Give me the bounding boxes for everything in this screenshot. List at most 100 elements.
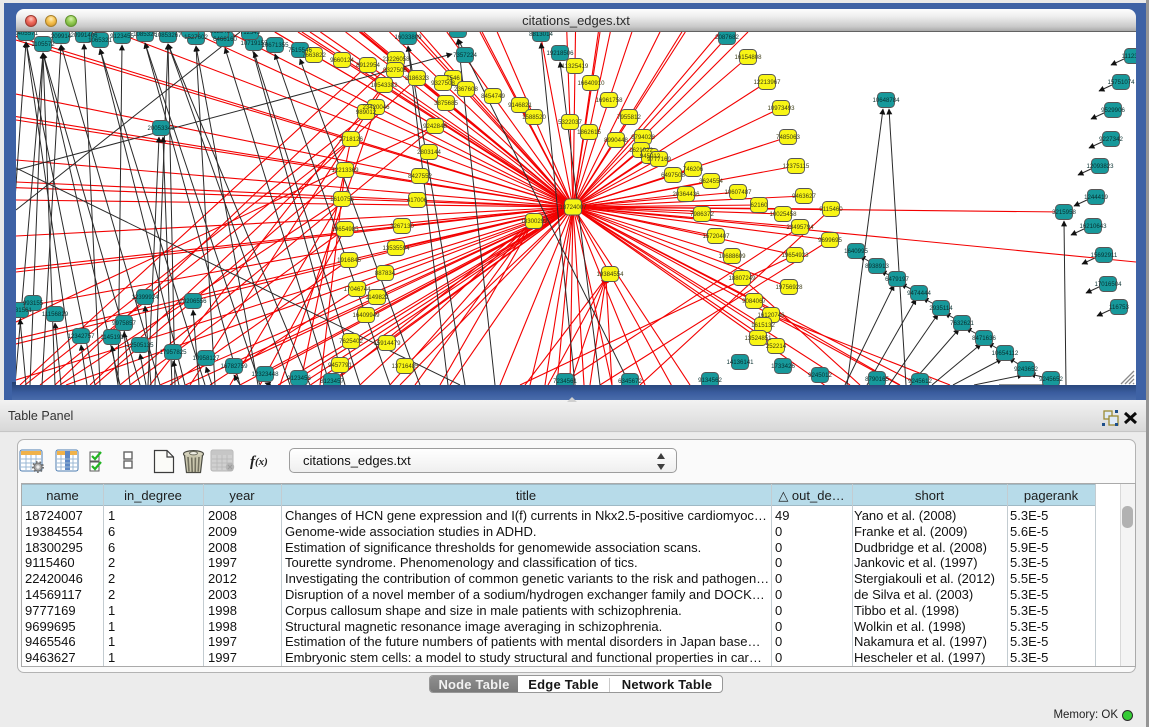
svg-text:9245612: 9245612 [908,378,932,385]
svg-text:1615132: 1615132 [751,322,775,329]
svg-text:9243652: 9243652 [1014,366,1038,373]
svg-text:9975857: 9975857 [112,320,136,327]
svg-text:9474444: 9474444 [907,290,931,297]
svg-text:8471636: 8471636 [972,335,996,342]
svg-text:9699695: 9699695 [818,237,842,244]
svg-text:16033809: 16033809 [394,34,422,41]
svg-text:1916845: 1916845 [337,257,361,264]
svg-text:2935114: 2935114 [929,305,953,312]
svg-text:9242848: 9242848 [423,123,447,130]
svg-text:993155: 993155 [23,300,44,307]
svg-text:9227342: 9227342 [1099,136,1123,143]
svg-text:9146821: 9146821 [508,102,532,109]
svg-text:7234561: 7234561 [553,378,577,385]
svg-text:6497508: 6497508 [661,172,685,179]
svg-text:2718126: 2718126 [339,136,363,143]
svg-text:12213369: 12213369 [331,167,359,174]
svg-text:712345: 712345 [240,32,261,36]
svg-text:23226058: 23226058 [382,56,410,63]
svg-text:20206556: 20206556 [179,298,207,305]
svg-text:9123456: 9123456 [287,375,311,382]
svg-text:11325419: 11325419 [562,63,589,70]
svg-text:9327508: 9327508 [431,80,455,87]
svg-text:1610755: 1610755 [330,196,354,203]
svg-text:9463627: 9463627 [792,193,816,200]
svg-text:10543382: 10543382 [370,82,398,89]
svg-text:7986372: 7986372 [690,211,714,218]
svg-text:18724007: 18724007 [559,204,587,211]
svg-text:8813014: 8813014 [529,32,553,38]
svg-text:16782759: 16782759 [220,363,248,370]
svg-text:8990448: 8990448 [604,137,628,144]
svg-text:1244419: 1244419 [1084,194,1108,201]
svg-text:18300293: 18300293 [520,218,548,225]
svg-text:16154808: 16154808 [734,54,762,61]
svg-text:9529906: 9529906 [1101,107,1125,114]
svg-text:9134562: 9134562 [698,377,722,384]
svg-text:10654112: 10654112 [992,350,1019,357]
svg-text:12323448: 12323448 [251,371,279,378]
svg-text:1862615: 1862615 [577,129,601,136]
svg-text:8123457: 8123457 [320,378,344,385]
svg-text:12399924: 12399924 [131,294,159,301]
svg-text:1105572: 1105572 [31,41,55,48]
svg-text:9327506: 9327506 [383,67,407,74]
svg-text:9123455: 9123455 [110,33,134,40]
svg-text:3267130: 3267130 [390,223,414,230]
svg-text:9245012: 9245012 [808,372,832,379]
svg-text:116753: 116753 [1109,304,1129,311]
svg-text:9931561: 9931561 [16,307,32,314]
svg-text:17957825: 17957825 [159,349,187,356]
svg-text:16961758: 16961758 [595,97,623,104]
svg-text:16210643: 16210643 [1079,223,1107,230]
svg-text:912345: 912345 [180,32,201,34]
svg-text:9115460: 9115460 [819,206,843,213]
svg-text:1112345: 1112345 [1122,53,1136,60]
svg-text:209914: 209914 [51,33,72,40]
svg-text:2367608: 2367608 [454,86,478,93]
svg-text:12505135: 12505135 [126,342,154,349]
svg-text:7357224: 7357224 [453,52,477,59]
svg-text:746206: 746206 [683,166,704,173]
svg-text:16640910: 16640910 [577,80,605,87]
svg-text:8912954: 8912954 [356,62,380,69]
svg-text:7632621: 7632621 [950,320,974,327]
svg-text:15914479: 15914479 [373,340,401,347]
svg-text:1149822: 1149822 [365,294,389,301]
svg-text:3215958: 3215958 [1052,209,1076,216]
svg-text:12342757: 12342757 [67,333,95,340]
svg-text:8427552: 8427552 [408,173,432,180]
svg-text:9912341: 9912341 [446,32,470,34]
svg-text:989012: 989012 [356,109,377,116]
svg-text:2087682: 2087682 [715,34,739,41]
svg-text:7955812: 7955812 [617,114,641,121]
svg-text:1145191: 1145191 [100,334,124,341]
svg-text:8790165: 8790165 [865,376,889,383]
svg-text:2803144: 2803144 [417,149,441,156]
svg-text:13524851: 13524851 [744,335,772,342]
svg-text:17046744: 17046744 [343,286,371,293]
svg-text:6345672: 6345672 [618,378,642,385]
svg-text:19654985: 19654985 [331,226,359,233]
svg-text:18807249: 18807249 [728,275,756,282]
svg-text:15720407: 15720407 [702,233,730,240]
svg-text:887834: 887834 [375,270,396,277]
svg-text:19756928: 19756928 [775,284,803,291]
svg-text:10853267: 10853267 [154,32,182,39]
svg-text:1405571: 1405571 [16,32,38,37]
svg-text:9084067: 9084067 [742,298,766,305]
svg-text:417006: 417006 [407,197,428,204]
svg-text:11156829: 11156829 [42,311,69,318]
svg-text:6466160: 6466160 [213,36,237,43]
svg-text:9777169: 9777169 [647,156,671,163]
svg-text:13716485: 13716485 [391,363,419,370]
svg-text:16409949: 16409949 [352,312,380,319]
svg-text:3875685: 3875685 [434,100,458,107]
svg-text:17016504: 17016504 [1094,281,1122,288]
svg-text:19384554: 19384554 [596,271,624,278]
svg-text:8938913: 8938913 [865,263,889,270]
svg-text:10025458: 10025458 [769,211,797,218]
svg-text:10607487: 10607487 [724,189,752,196]
svg-text:8454749: 8454749 [481,93,505,100]
svg-text:9457791: 9457791 [328,362,352,369]
